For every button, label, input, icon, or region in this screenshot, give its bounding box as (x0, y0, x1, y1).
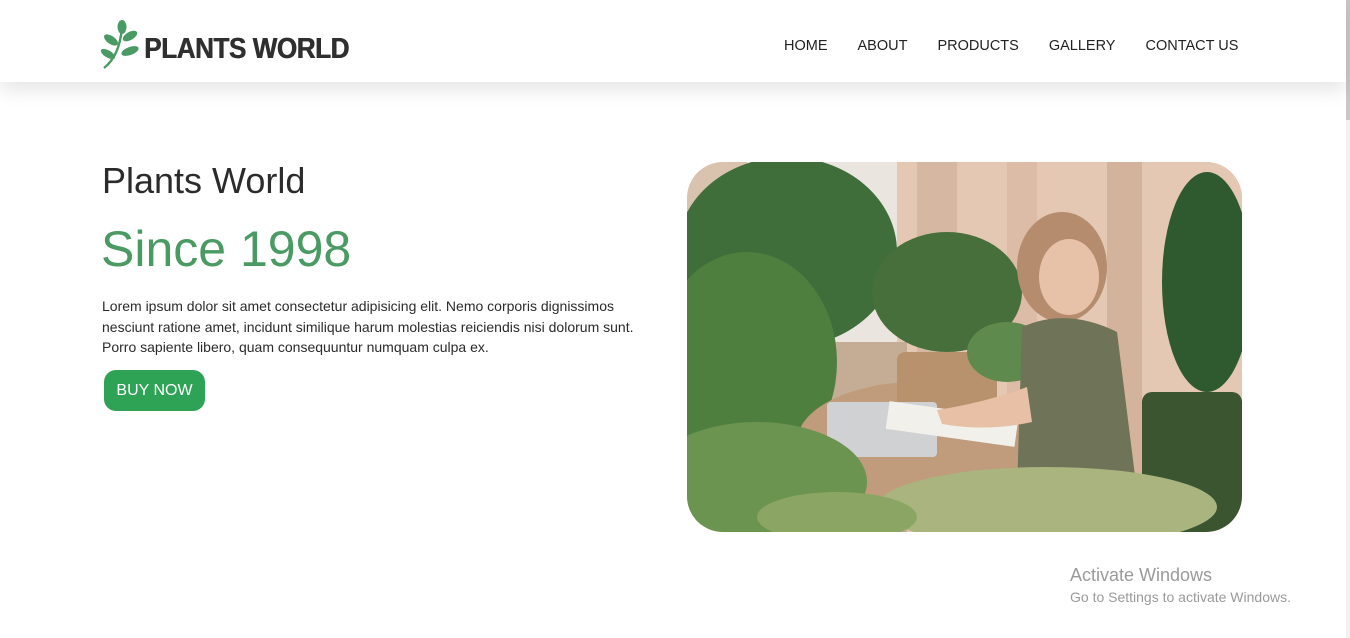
windows-activation-watermark: Activate Windows Go to Settings to activ… (1070, 565, 1291, 605)
hero-title: Since 1998 (101, 221, 352, 277)
page-scrollbar[interactable] (1346, 0, 1350, 638)
buy-now-button[interactable]: BUY NOW (104, 370, 205, 411)
nav-home[interactable]: HOME (784, 38, 828, 54)
brand-logo[interactable]: PLANTS WORLD (100, 20, 372, 72)
main-nav: HOME ABOUT PRODUCTS GALLERY CONTACT US (784, 38, 1268, 54)
scrollbar-thumb[interactable] (1346, 0, 1350, 120)
hero-description: Lorem ipsum dolor sit amet consectetur a… (102, 298, 634, 355)
navbar: PLANTS WORLD HOME ABOUT PRODUCTS GALLERY… (0, 0, 1346, 82)
watermark-title: Activate Windows (1070, 565, 1213, 585)
hero-image (687, 162, 1242, 532)
nav-products[interactable]: PRODUCTS (937, 38, 1018, 54)
leaf-logo-icon (100, 20, 139, 69)
brand-name: PLANTS WORLD (144, 32, 349, 65)
nav-about[interactable]: ABOUT (858, 38, 908, 54)
hero-photo (687, 162, 1242, 532)
nav-gallery[interactable]: GALLERY (1049, 38, 1116, 54)
watermark-subtitle: Go to Settings to activate Windows. (1070, 589, 1291, 605)
nav-contact-us[interactable]: CONTACT US (1145, 38, 1238, 54)
hero-subtitle: Plants World (102, 160, 306, 201)
